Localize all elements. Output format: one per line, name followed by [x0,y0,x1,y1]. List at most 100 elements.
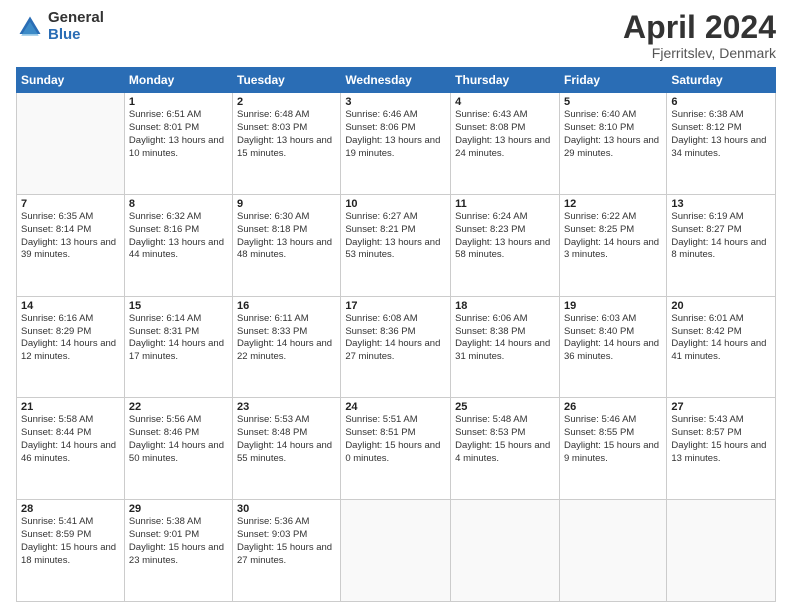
day-info: Sunrise: 5:36 AMSunset: 9:03 PMDaylight:… [237,516,336,567]
day-number: 1 [129,96,228,108]
header: General Blue April 2024 Fjerritslev, Den… [16,10,776,61]
logo-icon [16,13,44,41]
day-number: 22 [129,401,228,413]
calendar-day-cell: 24Sunrise: 5:51 AMSunset: 8:51 PMDayligh… [341,398,451,500]
day-info: Sunrise: 5:38 AMSunset: 9:01 PMDaylight:… [129,516,228,567]
calendar-day-cell: 6Sunrise: 6:38 AMSunset: 8:12 PMDaylight… [667,93,776,195]
logo-text: General Blue [48,10,104,43]
calendar-week-row: 1Sunrise: 6:51 AMSunset: 8:01 PMDaylight… [17,93,776,195]
day-info: Sunrise: 6:08 AMSunset: 8:36 PMDaylight:… [345,313,446,364]
day-number: 15 [129,300,228,312]
day-info: Sunrise: 6:24 AMSunset: 8:23 PMDaylight:… [455,211,555,262]
calendar-week-row: 21Sunrise: 5:58 AMSunset: 8:44 PMDayligh… [17,398,776,500]
weekday-header: Thursday [451,68,560,93]
day-info: Sunrise: 5:51 AMSunset: 8:51 PMDaylight:… [345,414,446,465]
calendar-day-cell: 9Sunrise: 6:30 AMSunset: 8:18 PMDaylight… [233,194,341,296]
day-number: 28 [21,503,120,515]
day-number: 16 [237,300,336,312]
calendar-day-cell: 14Sunrise: 6:16 AMSunset: 8:29 PMDayligh… [17,296,125,398]
day-number: 29 [129,503,228,515]
calendar-day-cell: 21Sunrise: 5:58 AMSunset: 8:44 PMDayligh… [17,398,125,500]
calendar-day-cell: 12Sunrise: 6:22 AMSunset: 8:25 PMDayligh… [559,194,666,296]
day-info: Sunrise: 6:27 AMSunset: 8:21 PMDaylight:… [345,211,446,262]
calendar-day-cell: 2Sunrise: 6:48 AMSunset: 8:03 PMDaylight… [233,93,341,195]
title-block: April 2024 Fjerritslev, Denmark [623,10,776,61]
day-info: Sunrise: 6:30 AMSunset: 8:18 PMDaylight:… [237,211,336,262]
calendar-day-cell: 15Sunrise: 6:14 AMSunset: 8:31 PMDayligh… [124,296,232,398]
calendar-day-cell: 23Sunrise: 5:53 AMSunset: 8:48 PMDayligh… [233,398,341,500]
day-number: 18 [455,300,555,312]
calendar-day-cell: 17Sunrise: 6:08 AMSunset: 8:36 PMDayligh… [341,296,451,398]
day-number: 4 [455,96,555,108]
calendar-table: SundayMondayTuesdayWednesdayThursdayFrid… [16,67,776,602]
calendar-day-cell: 4Sunrise: 6:43 AMSunset: 8:08 PMDaylight… [451,93,560,195]
day-number: 11 [455,198,555,210]
calendar-day-cell: 5Sunrise: 6:40 AMSunset: 8:10 PMDaylight… [559,93,666,195]
calendar-day-cell: 16Sunrise: 6:11 AMSunset: 8:33 PMDayligh… [233,296,341,398]
calendar-day-cell: 18Sunrise: 6:06 AMSunset: 8:38 PMDayligh… [451,296,560,398]
calendar-day-cell [341,500,451,602]
calendar-week-row: 28Sunrise: 5:41 AMSunset: 8:59 PMDayligh… [17,500,776,602]
day-number: 17 [345,300,446,312]
day-info: Sunrise: 5:46 AMSunset: 8:55 PMDaylight:… [564,414,662,465]
calendar-day-cell: 10Sunrise: 6:27 AMSunset: 8:21 PMDayligh… [341,194,451,296]
calendar-day-cell [559,500,666,602]
day-number: 8 [129,198,228,210]
weekday-header: Sunday [17,68,125,93]
day-number: 10 [345,198,446,210]
day-number: 6 [671,96,771,108]
weekday-header: Saturday [667,68,776,93]
day-info: Sunrise: 5:58 AMSunset: 8:44 PMDaylight:… [21,414,120,465]
weekday-header: Wednesday [341,68,451,93]
logo: General Blue [16,10,104,43]
calendar-day-cell: 1Sunrise: 6:51 AMSunset: 8:01 PMDaylight… [124,93,232,195]
day-number: 23 [237,401,336,413]
day-number: 26 [564,401,662,413]
day-number: 27 [671,401,771,413]
day-info: Sunrise: 6:03 AMSunset: 8:40 PMDaylight:… [564,313,662,364]
calendar-day-cell [17,93,125,195]
day-info: Sunrise: 6:16 AMSunset: 8:29 PMDaylight:… [21,313,120,364]
calendar-day-cell: 13Sunrise: 6:19 AMSunset: 8:27 PMDayligh… [667,194,776,296]
calendar-day-cell: 26Sunrise: 5:46 AMSunset: 8:55 PMDayligh… [559,398,666,500]
day-info: Sunrise: 6:32 AMSunset: 8:16 PMDaylight:… [129,211,228,262]
calendar-day-cell: 11Sunrise: 6:24 AMSunset: 8:23 PMDayligh… [451,194,560,296]
day-number: 7 [21,198,120,210]
day-info: Sunrise: 5:48 AMSunset: 8:53 PMDaylight:… [455,414,555,465]
day-info: Sunrise: 6:48 AMSunset: 8:03 PMDaylight:… [237,109,336,160]
day-info: Sunrise: 6:06 AMSunset: 8:38 PMDaylight:… [455,313,555,364]
calendar-day-cell: 22Sunrise: 5:56 AMSunset: 8:46 PMDayligh… [124,398,232,500]
day-info: Sunrise: 6:43 AMSunset: 8:08 PMDaylight:… [455,109,555,160]
title-location: Fjerritslev, Denmark [623,45,776,61]
calendar-week-row: 14Sunrise: 6:16 AMSunset: 8:29 PMDayligh… [17,296,776,398]
calendar-day-cell: 19Sunrise: 6:03 AMSunset: 8:40 PMDayligh… [559,296,666,398]
logo-blue: Blue [48,27,104,44]
weekday-header: Tuesday [233,68,341,93]
page: General Blue April 2024 Fjerritslev, Den… [0,0,792,612]
calendar-week-row: 7Sunrise: 6:35 AMSunset: 8:14 PMDaylight… [17,194,776,296]
calendar-day-cell: 20Sunrise: 6:01 AMSunset: 8:42 PMDayligh… [667,296,776,398]
day-info: Sunrise: 6:38 AMSunset: 8:12 PMDaylight:… [671,109,771,160]
title-month: April 2024 [623,10,776,45]
day-number: 13 [671,198,771,210]
day-number: 3 [345,96,446,108]
calendar-day-cell: 7Sunrise: 6:35 AMSunset: 8:14 PMDaylight… [17,194,125,296]
day-number: 25 [455,401,555,413]
day-number: 5 [564,96,662,108]
day-number: 21 [21,401,120,413]
day-info: Sunrise: 6:11 AMSunset: 8:33 PMDaylight:… [237,313,336,364]
day-info: Sunrise: 5:56 AMSunset: 8:46 PMDaylight:… [129,414,228,465]
day-info: Sunrise: 6:14 AMSunset: 8:31 PMDaylight:… [129,313,228,364]
calendar-day-cell: 27Sunrise: 5:43 AMSunset: 8:57 PMDayligh… [667,398,776,500]
day-info: Sunrise: 6:35 AMSunset: 8:14 PMDaylight:… [21,211,120,262]
day-info: Sunrise: 6:51 AMSunset: 8:01 PMDaylight:… [129,109,228,160]
day-info: Sunrise: 5:41 AMSunset: 8:59 PMDaylight:… [21,516,120,567]
calendar-day-cell: 30Sunrise: 5:36 AMSunset: 9:03 PMDayligh… [233,500,341,602]
calendar-day-cell [667,500,776,602]
day-number: 2 [237,96,336,108]
day-number: 9 [237,198,336,210]
weekday-header: Friday [559,68,666,93]
logo-general: General [48,10,104,27]
day-number: 14 [21,300,120,312]
calendar-day-cell: 3Sunrise: 6:46 AMSunset: 8:06 PMDaylight… [341,93,451,195]
